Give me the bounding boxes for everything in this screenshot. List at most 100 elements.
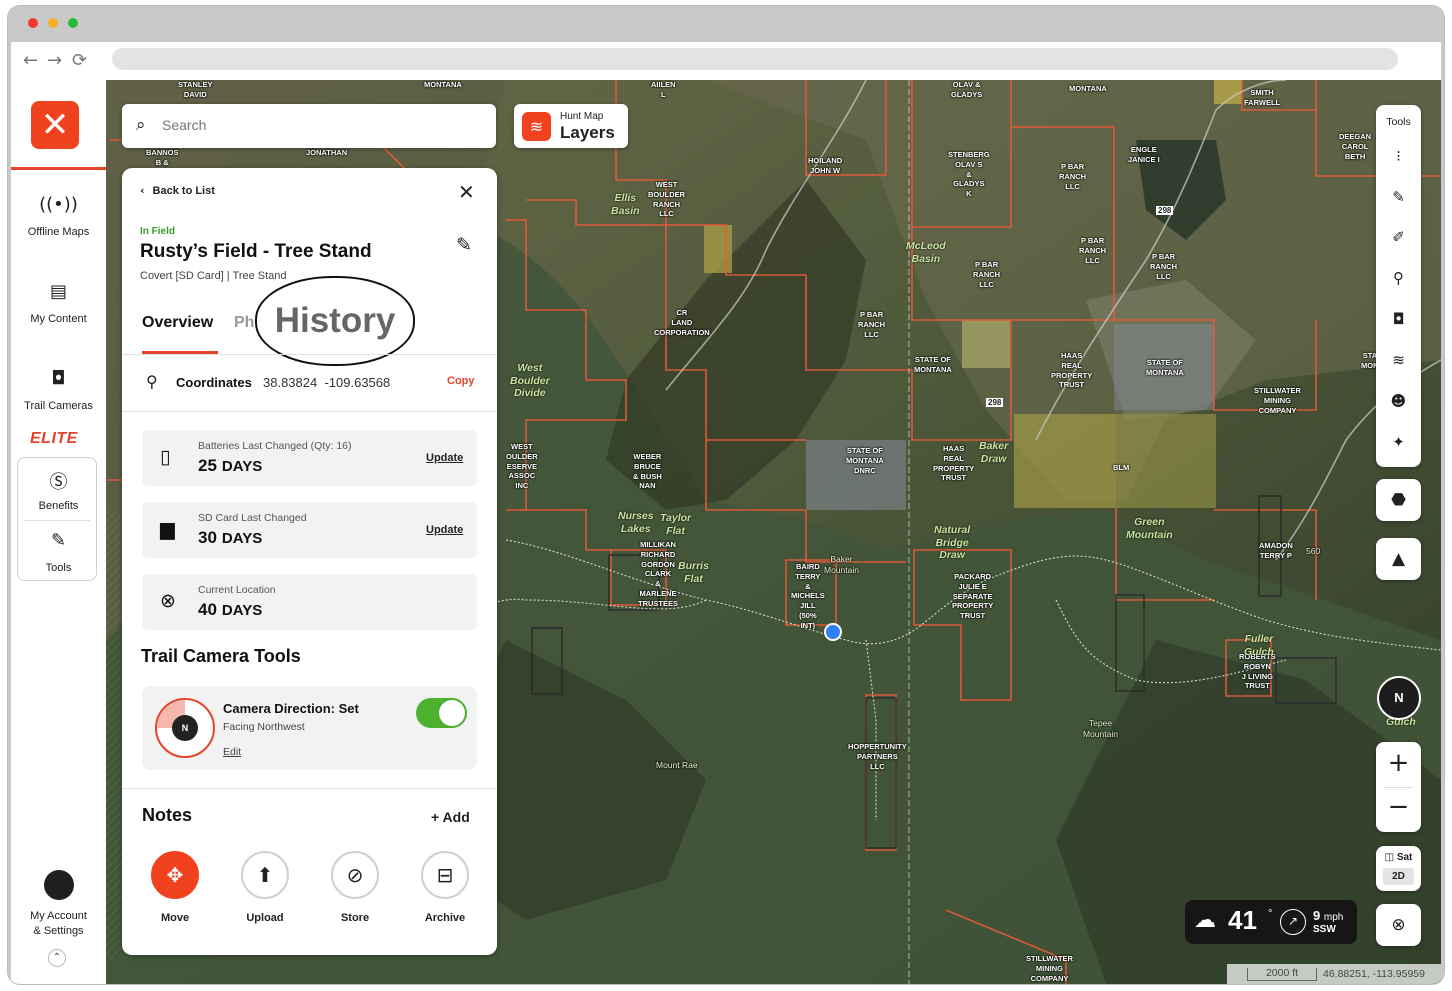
map-label: MILLIKAN RICHARD GORDON CLARK & MARLENE … (638, 540, 679, 608)
menu-divider (24, 520, 90, 521)
edit-direction-link[interactable]: Edit (223, 746, 241, 758)
compass-icon: N (155, 698, 215, 758)
trail-camera-tools-heading: Trail Camera Tools (141, 646, 301, 666)
close-window-dot[interactable] (28, 18, 38, 28)
trail-camera-detail-panel: ‹ Back to List ✕ In Field Rusty’s Field -… (122, 168, 497, 955)
search-input[interactable] (162, 117, 462, 133)
update-batteries-button[interactable]: Update (426, 452, 463, 464)
sidebar-item-my-content[interactable]: ▤ My Content (11, 281, 106, 325)
draw-line-icon[interactable]: ✎ (1376, 188, 1421, 206)
divider (122, 788, 497, 789)
map-label: Mount Rae (656, 760, 698, 770)
waypoint-pin-icon[interactable]: ⚲ (1376, 269, 1421, 287)
card-value: 30 DAYS (198, 528, 262, 548)
close-panel-icon[interactable]: ✕ (458, 180, 475, 204)
zoom-out-button[interactable]: − (1376, 792, 1421, 822)
wind-speed: 9 mph (1313, 908, 1343, 923)
action-label: Upload (246, 912, 284, 924)
map-label: P BAR RANCH LLC (1150, 252, 1178, 281)
tools-icon: ✎ (50, 530, 67, 551)
card-unit: DAYS (221, 602, 263, 619)
map-label: STILLWATER MINING COMPANY (1026, 954, 1073, 983)
zoom-in-button[interactable]: + (1376, 748, 1421, 778)
layers-button[interactable]: ≋ Hunt Map Layers (514, 104, 628, 148)
map-label: P BAR RANCH LLC (1079, 236, 1107, 265)
map-label: SMITH FARWELL (1244, 88, 1281, 107)
upload-action[interactable]: ⬆ Upload (230, 851, 300, 924)
weather-widget[interactable]: ☁ 41 ° ↗ 9 mph SSW (1185, 900, 1357, 944)
sidebar-item-account[interactable]: My Account & Settings (11, 870, 106, 939)
terrain-3d-button[interactable]: ⬣ (1376, 479, 1421, 521)
avatar (43, 870, 74, 900)
map-label: HAAS REAL PROPERTY TRUST (1051, 351, 1093, 390)
tab-overview[interactable]: Overview (142, 314, 213, 332)
camera-location-pin[interactable] (824, 623, 842, 641)
map-label: CR LAND CORPORATION (654, 308, 710, 337)
toggle-knob (439, 700, 465, 726)
sidebar-item-benefits[interactable]: Ⓢ Benefits (11, 468, 106, 512)
map-label: WEST OULDER ESERVE ASSOC INC (506, 442, 538, 490)
map-view[interactable]: STANLEY DAVID MONTANA AIILEN L OLAV & GLADY… (106, 80, 1441, 984)
action-label: Archive (424, 912, 466, 924)
sidebar-item-offline-maps[interactable]: ((•)) Offline Maps (11, 194, 106, 238)
location-pin-icon: ⚲ (146, 372, 158, 391)
sidebar-item-label: My Content (30, 313, 87, 325)
move-action[interactable]: ✥ Move (140, 851, 210, 924)
sd-card-icon: ▆ (160, 518, 175, 540)
locate-me-button[interactable]: ⊗ (1376, 904, 1421, 946)
batteries-card: ▯ Batteries Last Changed (Qty: 16) 25 DAY… (142, 430, 477, 486)
sidebar-item-label: Tools (45, 562, 72, 574)
cloud-rain-icon: ☁ (1194, 908, 1216, 933)
card-number: 40 (198, 600, 217, 619)
draw-shape-icon[interactable]: ✐ (1376, 228, 1421, 246)
north-compass-button[interactable]: N (1377, 676, 1421, 720)
back-arrow-icon[interactable]: ← (23, 50, 38, 71)
mountain-button[interactable]: ▲ (1376, 538, 1421, 580)
collapse-chevron-icon[interactable]: ⌃ (48, 949, 66, 967)
minimize-window-dot[interactable] (48, 18, 58, 28)
group-icon[interactable]: ☻ (1376, 392, 1421, 410)
sidebar-item-tools[interactable]: ✎ Tools (11, 530, 106, 574)
forward-arrow-icon[interactable]: → (47, 50, 62, 71)
elite-badge: ELITE (30, 430, 78, 447)
archive-action[interactable]: ⊟ Archive (410, 851, 480, 924)
logo-area: ✕ (11, 80, 106, 170)
edit-pencil-icon[interactable]: ✎ (456, 234, 472, 256)
copy-coordinates-button[interactable]: Copy (447, 375, 475, 387)
card-unit: DAYS (221, 458, 263, 475)
map-label: McLeod Basin (906, 240, 946, 265)
search-box[interactable]: ⌕ (122, 104, 496, 148)
view-mode-badge[interactable]: 2D (1383, 868, 1414, 885)
maximize-window-dot[interactable] (68, 18, 78, 28)
add-note-button[interactable]: + Add (431, 809, 470, 825)
card-label: Batteries Last Changed (Qty: 16) (198, 440, 352, 452)
history-tab-callout[interactable]: History (255, 276, 415, 366)
satellite-icon[interactable]: ✦ (1376, 433, 1421, 451)
map-label: Green Mountain (1126, 516, 1173, 541)
map-label: Ellis Basin (611, 192, 640, 217)
dollar-icon: Ⓢ (49, 472, 68, 493)
map-label: West Boulder Divide (510, 362, 550, 400)
zoom-divider (1384, 787, 1413, 788)
map-label: BANNOS B & (146, 148, 179, 167)
address-bar[interactable] (112, 48, 1398, 70)
basemap-toggle[interactable]: ◫ Sat 2D (1376, 846, 1421, 891)
camera-direction-title: Camera Direction: Set (223, 701, 359, 716)
sidebar-item-trail-cameras[interactable]: ◘ Trail Cameras (11, 368, 106, 412)
reload-icon[interactable]: ⟳ (72, 50, 87, 71)
app-sidebar: ✕ ((•)) Offline Maps ▤ My Content ◘ Trai… (11, 80, 106, 984)
map-label: Fuller Gulch (1244, 633, 1274, 658)
camera-subtitle: Covert [SD Card] | Tree Stand (140, 270, 287, 282)
app-logo[interactable]: ✕ (31, 101, 79, 149)
trail-camera-icon: ◘ (51, 368, 66, 389)
coordinates-lon: -109.63568 (324, 375, 391, 390)
update-sd-card-button[interactable]: Update (426, 524, 463, 536)
tab-photos[interactable]: Ph (234, 314, 254, 332)
store-action[interactable]: ⊘ Store (320, 851, 390, 924)
route-icon[interactable]: ⁝ (1376, 147, 1421, 165)
camera-direction-toggle[interactable] (416, 698, 467, 728)
trail-camera-icon[interactable]: ◘ (1376, 310, 1421, 328)
wind-icon[interactable]: ≋ (1376, 351, 1421, 369)
store-icon: ⊘ (331, 851, 379, 899)
back-to-list-link[interactable]: ‹ Back to List (140, 184, 215, 197)
